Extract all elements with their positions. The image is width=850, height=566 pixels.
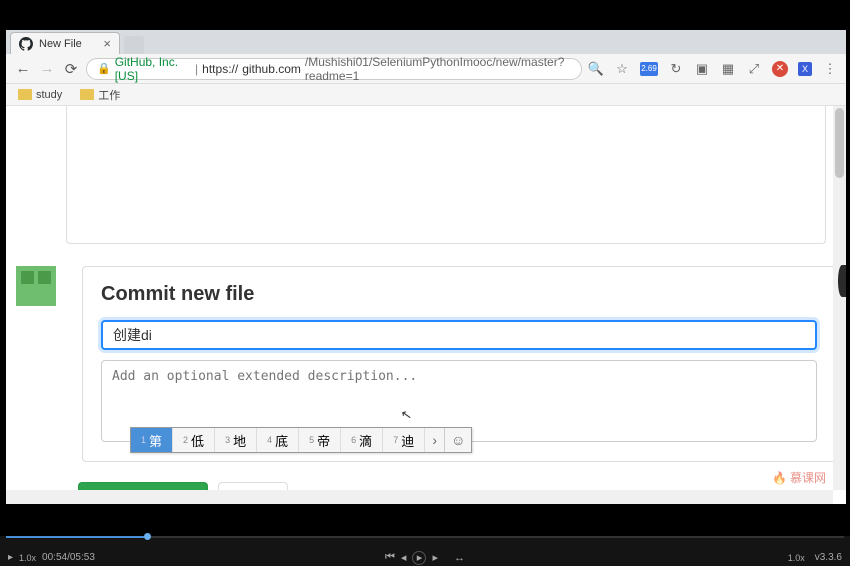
tab-title: New File xyxy=(39,38,82,50)
ime-next-page[interactable]: › xyxy=(425,428,445,452)
bookmark-work[interactable]: 工作 xyxy=(80,87,120,103)
horizontal-scrollbar[interactable] xyxy=(6,490,833,504)
github-icon xyxy=(19,37,33,51)
url-host: github.com xyxy=(242,62,301,76)
prev-button[interactable]: ⏮ xyxy=(385,551,395,564)
ime-emoji-button[interactable]: ☺ xyxy=(445,428,471,452)
ext-icon-blue[interactable]: X xyxy=(798,62,812,76)
time-display: 00:54/05:53 xyxy=(42,552,95,563)
scroll-thumb[interactable] xyxy=(835,108,844,178)
address-bar: ← → ⟳ 🔒 GitHub, Inc. [US] | https://gith… xyxy=(6,54,846,84)
url-org: GitHub, Inc. [US] xyxy=(115,55,191,83)
loop-button[interactable]: ↔ xyxy=(454,552,465,564)
left-rail: yu xyxy=(16,116,66,462)
vertical-scrollbar[interactable] xyxy=(833,106,846,490)
ime-candidate-bar[interactable]: 1第 2低 3地 4底 5帝 6滴 7迪 › ☺ xyxy=(130,427,472,453)
browser-window: New File × ← → ⟳ 🔒 GitHub, Inc. [US] | h… xyxy=(6,30,846,504)
user-name-fragment: yu xyxy=(6,332,66,353)
tab-bar: New File × xyxy=(6,30,846,54)
ext-icon-3[interactable]: ▦ xyxy=(720,61,736,77)
menu-icon[interactable]: ⋮ xyxy=(822,61,838,77)
forward-button[interactable]: → xyxy=(38,60,56,78)
ime-candidate-6[interactable]: 6滴 xyxy=(341,428,383,452)
side-handle[interactable] xyxy=(838,265,846,297)
speed-left[interactable]: 1.0x xyxy=(19,553,36,563)
star-icon[interactable]: ☆ xyxy=(614,61,630,77)
play-button[interactable]: ▸ xyxy=(412,551,426,565)
ime-candidate-3[interactable]: 3地 xyxy=(215,428,257,452)
play-indicator[interactable]: ▸ xyxy=(8,552,13,563)
progress-fill xyxy=(6,536,144,538)
folder-icon xyxy=(18,89,32,100)
progress-track[interactable] xyxy=(6,536,844,538)
new-tab-button[interactable] xyxy=(124,36,144,54)
commit-heading: Commit new file xyxy=(101,283,817,306)
ime-candidate-1[interactable]: 1第 xyxy=(131,428,173,452)
url-path: /Mushishi01/SeleniumPythonImooc/new/mast… xyxy=(305,55,571,83)
speed-right[interactable]: 1.0x xyxy=(788,553,805,563)
ime-candidate-7[interactable]: 7迪 xyxy=(383,428,425,452)
ime-candidate-2[interactable]: 2低 xyxy=(173,428,215,452)
ext-icon-2[interactable]: ▣ xyxy=(694,61,710,77)
ime-candidate-5[interactable]: 5帝 xyxy=(299,428,341,452)
ime-candidate-4[interactable]: 4底 xyxy=(257,428,299,452)
browser-tab[interactable]: New File × xyxy=(10,32,120,54)
tab-close-icon[interactable]: × xyxy=(103,36,111,51)
page-content: yu Commit new file Commit new file Cance… xyxy=(6,106,846,504)
address-actions: 🔍 ☆ 2.69 ↻ ▣ ▦ ⤢ ✕ X ⋮ xyxy=(588,61,838,77)
bookmark-bar: study 工作 xyxy=(6,84,846,106)
step-back-button[interactable]: ◂ xyxy=(401,551,407,564)
reload-button[interactable]: ⟳ xyxy=(62,60,80,78)
watermark: 🔥慕课网 xyxy=(772,469,826,486)
ext-badge[interactable]: 2.69 xyxy=(640,62,658,76)
video-frame: 双拼 — ☐ ✕ New File × ← → ⟳ 🔒 GitHub, Inc.… xyxy=(0,0,850,566)
back-button[interactable]: ← xyxy=(14,60,32,78)
ext-icon-close[interactable]: ✕ xyxy=(772,61,788,77)
commit-summary-input[interactable] xyxy=(101,320,817,350)
step-forward-button[interactable]: ▸ xyxy=(432,551,438,564)
video-player-bar: ▸ 1.0x 00:54/05:53 ⏮ ◂ ▸ ▸ ↔ 1.0x v3.3.6 xyxy=(0,536,850,566)
lock-icon: 🔒 xyxy=(97,62,111,75)
url-scheme: https:// xyxy=(202,62,238,76)
ext-icon-1[interactable]: ↻ xyxy=(668,61,684,77)
url-input[interactable]: 🔒 GitHub, Inc. [US] | https://github.com… xyxy=(86,58,582,80)
ext-icon-4[interactable]: ⤢ xyxy=(746,61,762,77)
folder-icon xyxy=(80,89,94,100)
avatar[interactable] xyxy=(16,266,56,306)
zoom-icon[interactable]: 🔍 xyxy=(588,61,604,77)
version-label: v3.3.6 xyxy=(815,552,842,563)
progress-handle[interactable] xyxy=(144,533,151,540)
bookmark-study[interactable]: study xyxy=(18,89,62,101)
file-editor-area[interactable] xyxy=(66,106,826,244)
